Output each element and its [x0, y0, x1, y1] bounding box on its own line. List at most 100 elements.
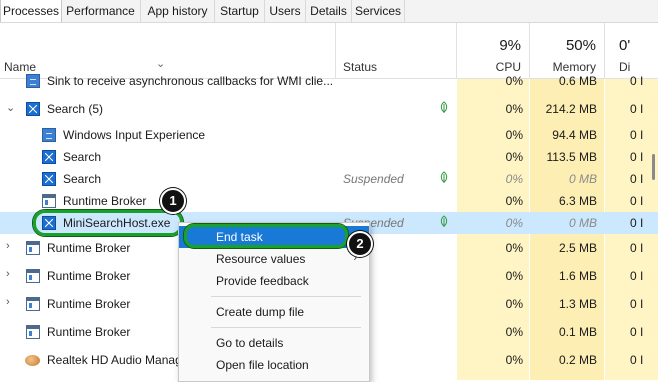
runtime-broker-icon — [42, 194, 56, 208]
tab-app-history[interactable]: App history — [141, 0, 215, 22]
disk-value: 0 I — [630, 150, 644, 164]
disk-value: 0 I — [630, 297, 644, 311]
process-name: Runtime Broker — [47, 269, 131, 283]
process-name: Runtime Broker — [47, 325, 131, 339]
tab-startup[interactable]: Startup — [215, 0, 265, 22]
memory-value: 214.2 MB — [545, 102, 597, 116]
table-row[interactable]: ⌄ Search (5) 0% 214.2 MB 0 I — [0, 98, 658, 120]
disk-value: 0 I — [630, 194, 644, 208]
runtime-broker-icon — [26, 325, 40, 339]
disk-value: 0 I — [630, 353, 644, 367]
runtime-broker-icon — [26, 241, 40, 255]
disk-total: 0' — [619, 37, 631, 54]
runtime-broker-icon — [26, 269, 40, 283]
menu-item-label: Open file location — [216, 358, 309, 372]
efficiency-leaf-icon — [440, 171, 448, 183]
sort-chevron-icon[interactable]: ⌄ — [156, 57, 165, 70]
app-window-icon — [26, 74, 40, 88]
process-name: Realtek HD Audio Manag — [47, 353, 182, 367]
cpu-value: 0% — [505, 353, 523, 367]
memory-total: 50% — [565, 37, 596, 54]
table-row[interactable]: Search 0% 113.5 MB 0 I — [0, 146, 658, 168]
disk-value: 0 I — [630, 216, 644, 230]
callout-badge: 1 — [160, 188, 186, 214]
menu-separator — [211, 296, 361, 297]
table-row[interactable]: Search Suspended 0% 0 MB 0 I — [0, 168, 658, 190]
process-name: Runtime Broker — [47, 241, 131, 255]
runtime-broker-icon — [26, 297, 40, 311]
efficiency-leaf-icon — [440, 101, 448, 113]
chevron-right-icon[interactable]: › — [6, 268, 10, 280]
process-name: Search (5) — [47, 102, 104, 116]
disk-value: 0 I — [630, 74, 644, 88]
cpu-value: 0% — [505, 297, 523, 311]
search-app-icon — [42, 172, 56, 186]
highlight-ring — [184, 224, 348, 248]
process-name: Search — [63, 150, 102, 164]
tab-processes[interactable]: Processes — [0, 0, 62, 22]
memory-value: 0.6 MB — [558, 74, 597, 88]
process-name: Search — [63, 172, 102, 186]
memory-value: 0.2 MB — [558, 353, 597, 367]
cpu-value: 0% — [505, 216, 523, 230]
disk-value: 0 I — [630, 269, 644, 283]
cpu-value: 0% — [505, 172, 523, 186]
memory-value: 2.5 MB — [558, 241, 597, 255]
highlight-ring — [33, 210, 183, 236]
process-name: Runtime Broker — [47, 297, 131, 311]
disk-value: 0 I — [630, 325, 644, 339]
tab-services[interactable]: Services — [352, 0, 405, 22]
memory-value: 0.1 MB — [558, 325, 597, 339]
cpu-value: 0% — [505, 74, 523, 88]
cpu-total: 9% — [499, 37, 521, 54]
chevron-right-icon[interactable]: › — [6, 240, 10, 252]
disk-value: 0 I — [630, 241, 644, 255]
window-icon — [42, 128, 56, 142]
chevron-right-icon[interactable]: › — [6, 296, 10, 308]
process-name: Sink to receive asynchronous callbacks f… — [47, 74, 334, 88]
chevron-down-icon[interactable]: ⌄ — [6, 101, 15, 114]
cpu-value: 0% — [505, 102, 523, 116]
menu-item-label: Create dump file — [216, 305, 305, 319]
memory-value: 6.3 MB — [558, 194, 597, 208]
menu-item-go-to-details[interactable]: Go to details — [179, 332, 369, 354]
tab-users[interactable]: Users — [265, 0, 306, 22]
tab-performance[interactable]: Performance — [61, 0, 141, 22]
memory-value: 0 MB — [568, 216, 597, 230]
memory-value: 94.4 MB — [552, 128, 597, 142]
menu-item-label: Resource values — [216, 252, 306, 266]
table-row[interactable]: Windows Input Experience 0% 94.4 MB 0 I — [0, 124, 658, 146]
menu-item-provide-feedback[interactable]: Provide feedback — [179, 270, 369, 292]
menu-separator — [211, 327, 361, 328]
cpu-value: 0% — [505, 325, 523, 339]
menu-item-label: Provide feedback — [216, 274, 309, 288]
table-row[interactable]: Runtime Broker 0% 6.3 MB 0 I — [0, 190, 658, 212]
disk-value: 0 I — [630, 128, 644, 142]
cpu-value: 0% — [505, 241, 523, 255]
menu-item-create-dump-file[interactable]: Create dump file — [179, 301, 369, 323]
memory-value: 113.5 MB — [546, 150, 597, 164]
cpu-value: 0% — [505, 194, 523, 208]
menu-item-resource-values[interactable]: Resource values › — [179, 248, 369, 270]
status-value: Suspended — [343, 172, 404, 186]
disk-value: 0 I — [630, 102, 644, 116]
memory-value: 1.6 MB — [558, 269, 597, 283]
memory-value: 0 MB — [568, 172, 597, 186]
process-name: Runtime Broker — [63, 194, 147, 208]
memory-value: 1.3 MB — [558, 297, 597, 311]
tab-details[interactable]: Details — [306, 0, 352, 22]
menu-item-open-file-location[interactable]: Open file location — [179, 354, 369, 376]
table-row[interactable]: Sink to receive asynchronous callbacks f… — [0, 70, 658, 92]
process-name: Windows Input Experience — [63, 128, 206, 142]
callout-badge: 2 — [347, 231, 373, 257]
scrollbar-thumb[interactable] — [652, 154, 655, 180]
disk-value: 0 I — [630, 172, 644, 186]
cpu-value: 0% — [505, 269, 523, 283]
cpu-value: 0% — [505, 128, 523, 142]
efficiency-leaf-icon — [440, 215, 448, 227]
search-app-icon — [42, 150, 56, 164]
tab-bar: Processes Performance App history Startu… — [0, 0, 658, 23]
search-app-icon — [26, 102, 40, 116]
cpu-value: 0% — [505, 150, 523, 164]
audio-icon — [25, 355, 40, 366]
